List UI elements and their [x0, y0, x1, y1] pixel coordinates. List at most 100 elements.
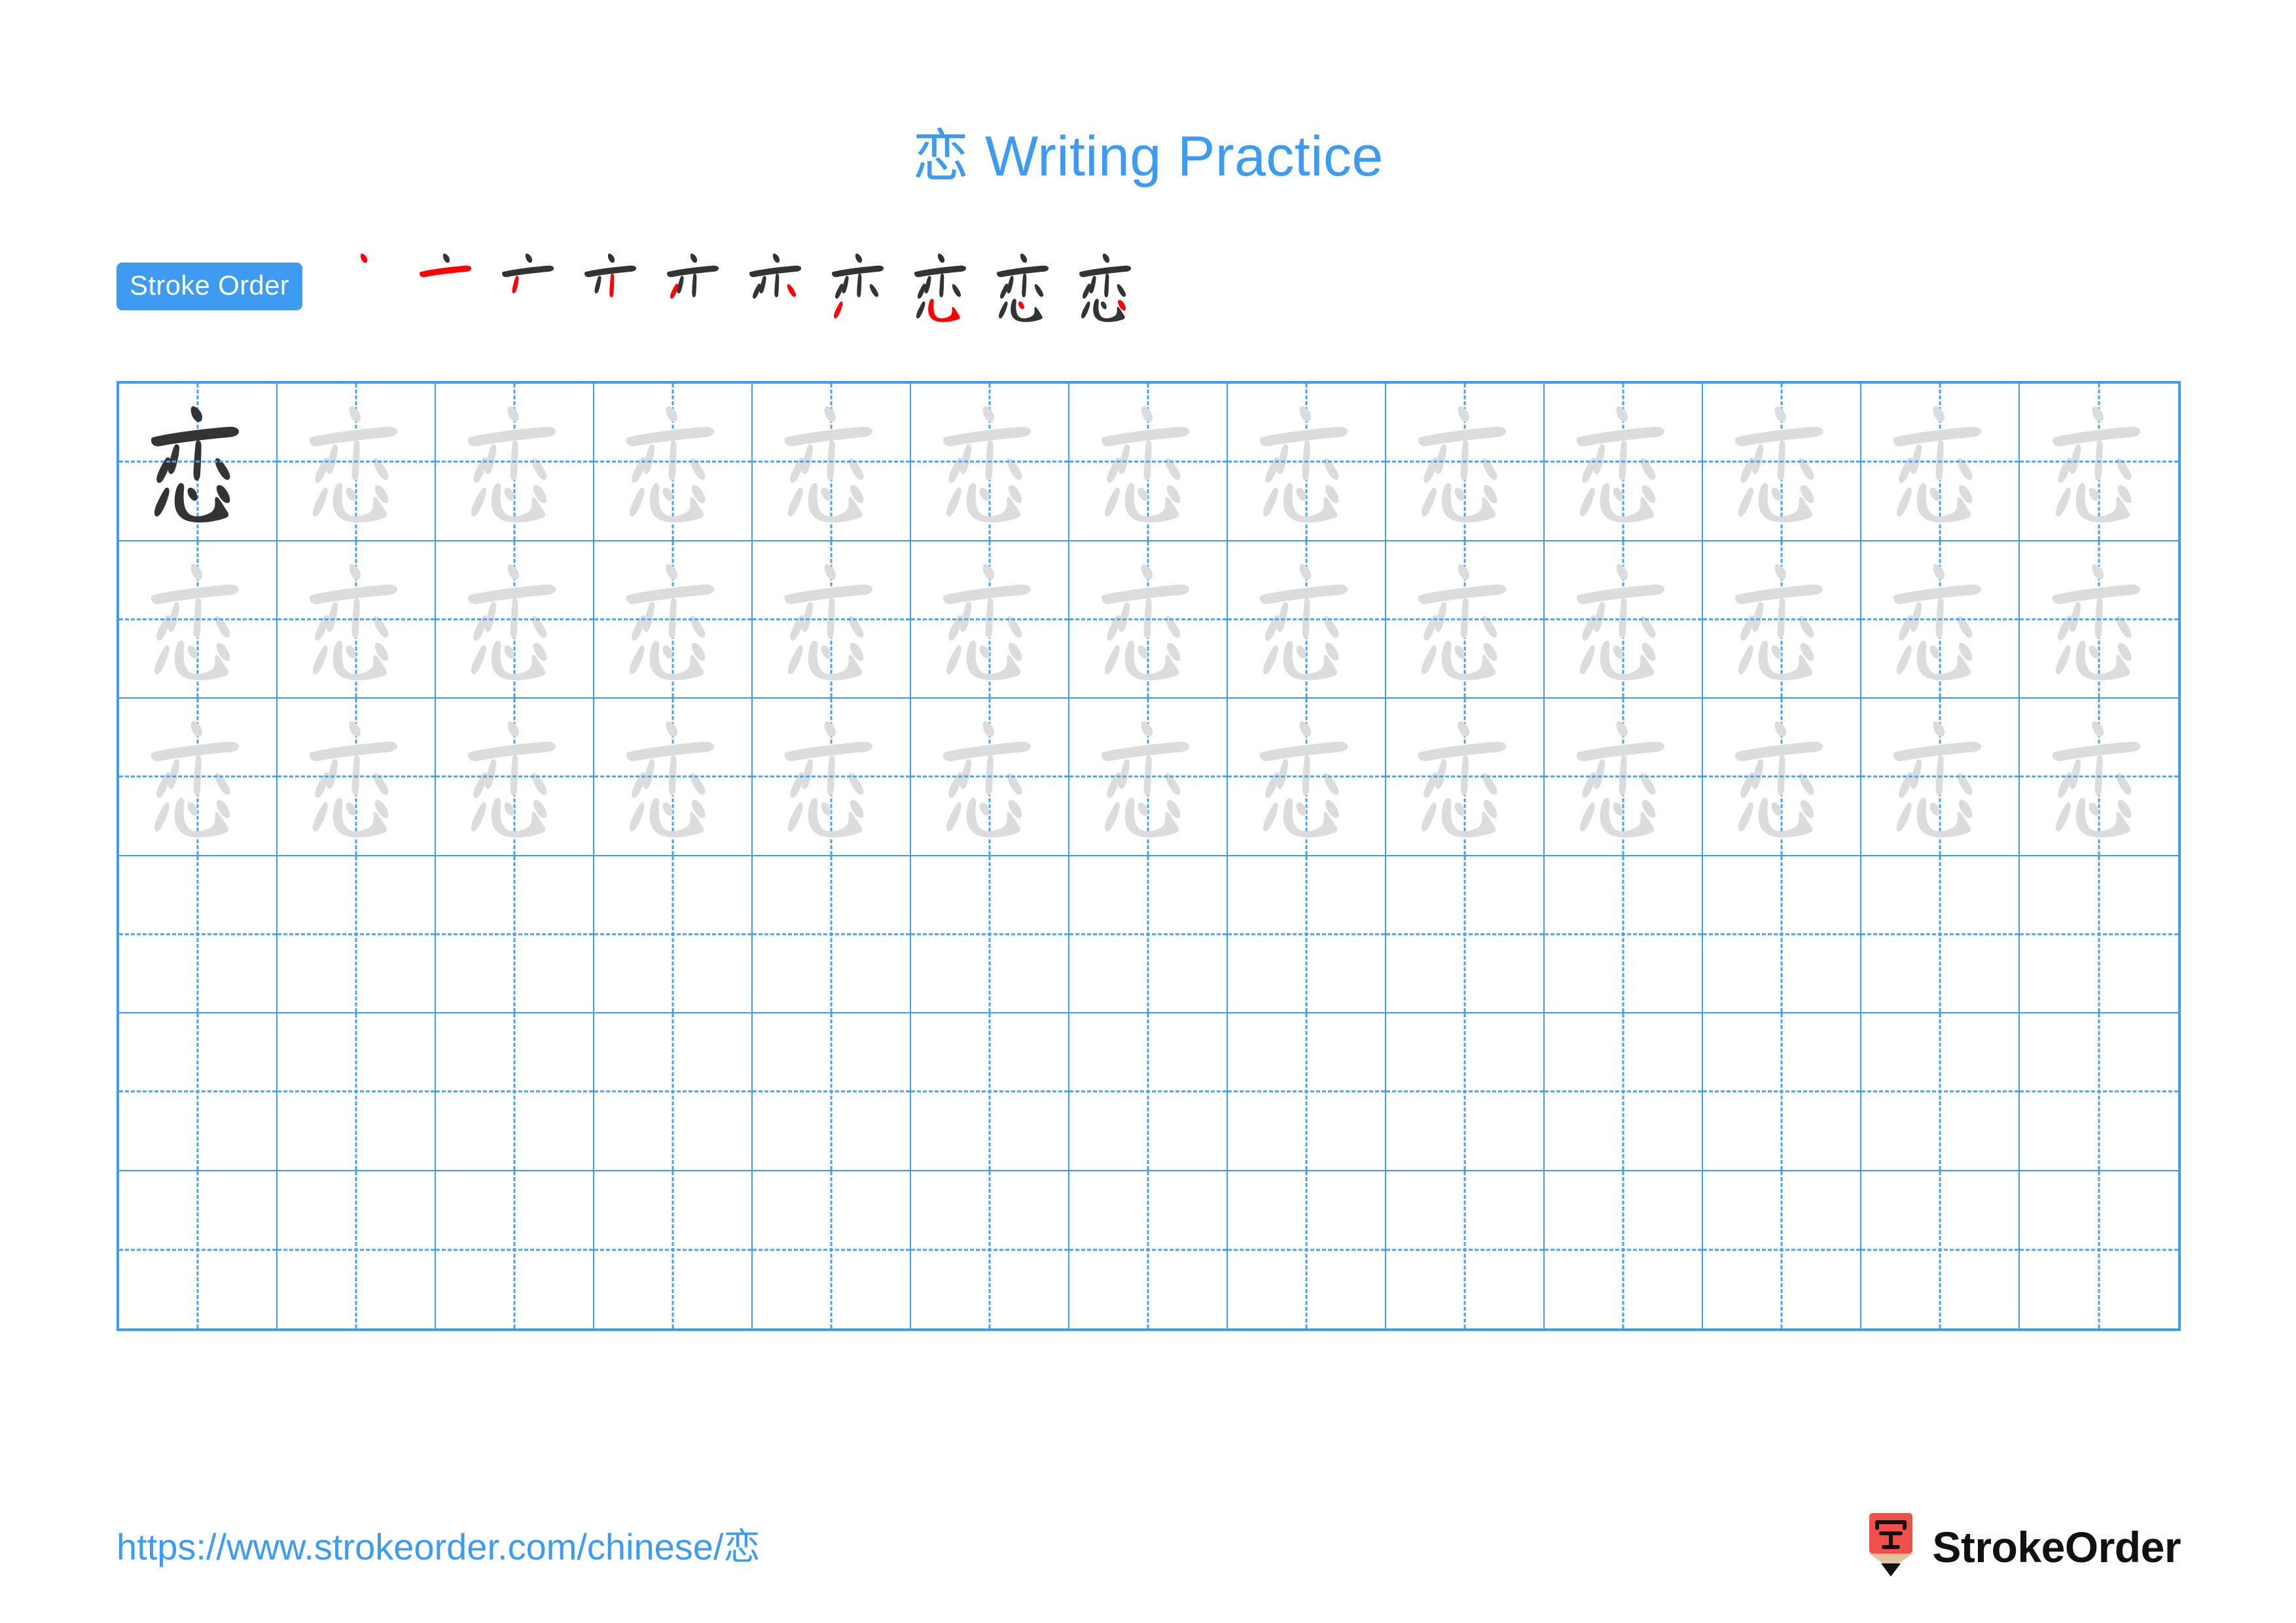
practice-cell-r2-c9[interactable]: [1386, 541, 1545, 699]
practice-cell-r6-c3[interactable]: [436, 1171, 594, 1328]
practice-cell-r5-c11[interactable]: [1703, 1013, 1861, 1171]
practice-cell-r2-c2[interactable]: [278, 541, 436, 699]
stroke-order-step-7: [821, 247, 898, 325]
practice-cell-r5-c4[interactable]: [594, 1013, 753, 1171]
practice-cell-r3-c1[interactable]: [119, 699, 278, 856]
practice-cell-r3-c11[interactable]: [1703, 699, 1861, 856]
practice-cell-r1-c3[interactable]: [436, 384, 594, 541]
practice-cell-r4-c10[interactable]: [1545, 856, 1703, 1013]
footer-url-text: https://www.strokeorder.com/chinese/恋: [117, 1526, 761, 1567]
practice-cell-r5-c7[interactable]: [1069, 1013, 1228, 1171]
stroke-order-steps: [326, 247, 1151, 325]
practice-cell-r6-c7[interactable]: [1069, 1171, 1228, 1328]
practice-cell-r5-c9[interactable]: [1386, 1013, 1545, 1171]
practice-cell-r6-c12[interactable]: [1861, 1171, 2020, 1328]
practice-cell-r5-c12[interactable]: [1861, 1013, 2020, 1171]
brand-logo-group: StrokeOrder: [1867, 1511, 2181, 1583]
practice-cell-r3-c12[interactable]: [1861, 699, 2020, 856]
hanzi-glyph: [784, 406, 873, 523]
practice-cell-r4-c4[interactable]: [594, 856, 753, 1013]
practice-cell-r2-c13[interactable]: [2020, 541, 2178, 699]
stroke-order-step-4: [573, 247, 651, 325]
practice-cell-r5-c6[interactable]: [911, 1013, 1069, 1171]
hanzi-glyph: [309, 564, 398, 680]
practice-cell-r6-c8[interactable]: [1228, 1171, 1386, 1328]
practice-cell-r1-c9[interactable]: [1386, 384, 1545, 541]
hanzi-glyph: [942, 721, 1031, 838]
practice-cell-r1-c11[interactable]: [1703, 384, 1861, 541]
practice-cell-r2-c11[interactable]: [1703, 541, 1861, 699]
practice-cell-r6-c11[interactable]: [1703, 1171, 1861, 1328]
practice-cell-r3-c5[interactable]: [753, 699, 911, 856]
hanzi-glyph: [1576, 406, 1665, 523]
practice-cell-r4-c3[interactable]: [436, 856, 594, 1013]
hanzi-glyph: [1101, 721, 1190, 838]
practice-cell-r5-c2[interactable]: [278, 1013, 436, 1171]
practice-cell-r2-c10[interactable]: [1545, 541, 1703, 699]
practice-cell-r2-c3[interactable]: [436, 541, 594, 699]
stroke-order-step-9: [986, 247, 1063, 325]
footer-url[interactable]: https://www.strokeorder.com/chinese/恋: [117, 1518, 761, 1571]
practice-cell-r2-c8[interactable]: [1228, 541, 1386, 699]
practice-cell-r4-c12[interactable]: [1861, 856, 2020, 1013]
practice-cell-r4-c13[interactable]: [2020, 856, 2178, 1013]
practice-cell-r2-c12[interactable]: [1861, 541, 2020, 699]
stroke-order-step-3: [491, 247, 568, 325]
practice-cell-r4-c11[interactable]: [1703, 856, 1861, 1013]
practice-cell-r6-c9[interactable]: [1386, 1171, 1545, 1328]
practice-cell-r5-c3[interactable]: [436, 1013, 594, 1171]
practice-cell-r6-c10[interactable]: [1545, 1171, 1703, 1328]
practice-cell-r5-c10[interactable]: [1545, 1013, 1703, 1171]
practice-cell-r5-c1[interactable]: [119, 1013, 278, 1171]
hanzi-glyph: [1893, 721, 1982, 838]
practice-cell-r2-c5[interactable]: [753, 541, 911, 699]
practice-cell-r6-c6[interactable]: [911, 1171, 1069, 1328]
practice-cell-r4-c9[interactable]: [1386, 856, 1545, 1013]
hanzi-glyph: [1576, 721, 1665, 838]
practice-cell-r5-c8[interactable]: [1228, 1013, 1386, 1171]
practice-cell-r3-c9[interactable]: [1386, 699, 1545, 856]
practice-cell-r2-c7[interactable]: [1069, 541, 1228, 699]
practice-cell-r1-c10[interactable]: [1545, 384, 1703, 541]
practice-cell-r6-c4[interactable]: [594, 1171, 753, 1328]
practice-cell-r4-c6[interactable]: [911, 856, 1069, 1013]
hanzi-glyph: [626, 406, 715, 523]
practice-cell-r1-c2[interactable]: [278, 384, 436, 541]
practice-cell-r6-c2[interactable]: [278, 1171, 436, 1328]
hanzi-glyph: [1418, 406, 1507, 523]
practice-cell-r6-c1[interactable]: [119, 1171, 278, 1328]
hanzi-glyph: [1734, 721, 1823, 838]
practice-cell-r1-c4[interactable]: [594, 384, 753, 541]
practice-cell-r3-c4[interactable]: [594, 699, 753, 856]
practice-cell-r2-c6[interactable]: [911, 541, 1069, 699]
practice-cell-r6-c5[interactable]: [753, 1171, 911, 1328]
practice-cell-r4-c2[interactable]: [278, 856, 436, 1013]
practice-cell-r3-c2[interactable]: [278, 699, 436, 856]
practice-cell-r3-c3[interactable]: [436, 699, 594, 856]
practice-cell-r3-c8[interactable]: [1228, 699, 1386, 856]
practice-cell-r1-c7[interactable]: [1069, 384, 1228, 541]
practice-cell-r2-c1[interactable]: [119, 541, 278, 699]
practice-cell-r6-c13[interactable]: [2020, 1171, 2178, 1329]
hanzi-glyph: [749, 253, 802, 299]
practice-cell-r3-c13[interactable]: [2020, 699, 2178, 856]
practice-cell-r1-c6[interactable]: [911, 384, 1069, 541]
practice-cell-r1-c12[interactable]: [1861, 384, 2020, 541]
practice-cell-r4-c1[interactable]: [119, 856, 278, 1013]
practice-cell-r3-c7[interactable]: [1069, 699, 1228, 856]
practice-cell-r4-c8[interactable]: [1228, 856, 1386, 1013]
hanzi-glyph: [626, 721, 715, 838]
hanzi-glyph: [942, 564, 1031, 680]
practice-cell-r1-c5[interactable]: [753, 384, 911, 541]
practice-cell-r5-c13[interactable]: [2020, 1013, 2178, 1171]
practice-cell-r3-c6[interactable]: [911, 699, 1069, 856]
practice-cell-r1-c8[interactable]: [1228, 384, 1386, 541]
practice-cell-r4-c5[interactable]: [753, 856, 911, 1013]
practice-cell-r1-c13[interactable]: [2020, 384, 2178, 541]
practice-cell-r2-c4[interactable]: [594, 541, 753, 699]
practice-cell-r1-c1[interactable]: [119, 384, 278, 541]
hanzi-glyph: [1893, 406, 1982, 523]
practice-cell-r3-c10[interactable]: [1545, 699, 1703, 856]
practice-cell-r4-c7[interactable]: [1069, 856, 1228, 1013]
practice-cell-r5-c5[interactable]: [753, 1013, 911, 1171]
